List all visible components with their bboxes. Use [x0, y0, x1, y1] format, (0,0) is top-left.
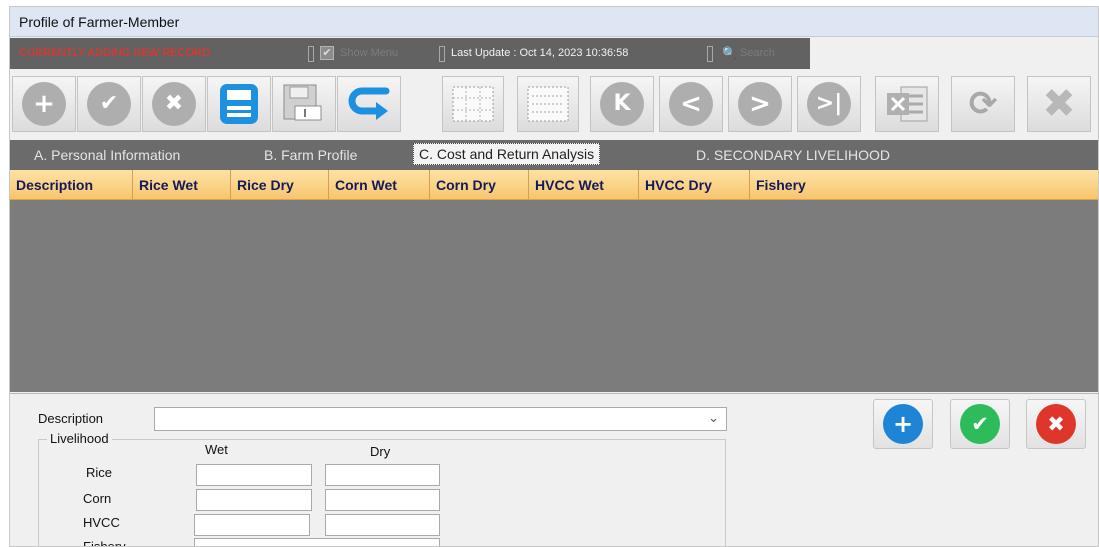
show-menu-checkbox[interactable]: ✔: [320, 46, 334, 60]
record-toolbar: + ✔ ✖ K < > >| ⟳ ✖: [10, 70, 1098, 140]
chevron-right-icon: >: [738, 82, 782, 126]
check-icon: ✔: [87, 82, 131, 126]
entry-form: Description ⌄ Livelihood Wet Dry Rice Co…: [10, 393, 1098, 547]
hvcc-row-label: HVCC: [83, 515, 120, 530]
column-header-hvcc-dry[interactable]: HVCC Dry: [639, 170, 750, 200]
x-icon: ✖: [152, 82, 196, 126]
floppy-edit-icon: [283, 84, 322, 121]
fishery-row-label: Fishery: [83, 539, 126, 547]
search-label[interactable]: Search: [740, 47, 775, 59]
last-record-icon: >|: [807, 82, 851, 126]
tab-personal-information[interactable]: A. Personal Information: [34, 147, 180, 163]
window-title: Profile of Farmer-Member: [19, 14, 180, 30]
cancel-record-button[interactable]: ✖: [142, 76, 206, 132]
wet-column-label: Wet: [205, 442, 228, 457]
add-record-button[interactable]: +: [12, 76, 76, 132]
form-list-icon: [527, 86, 569, 122]
undo-button[interactable]: [337, 76, 401, 132]
main-window: Profile of Farmer-Member CURRENTLY ADDIN…: [9, 6, 1099, 547]
refresh-button[interactable]: ⟳: [951, 76, 1015, 132]
column-header-description[interactable]: Description: [10, 170, 133, 200]
rice-dry-input[interactable]: [325, 464, 440, 486]
dry-column-label: Dry: [370, 444, 391, 459]
form-view-button[interactable]: [517, 76, 579, 132]
description-combobox[interactable]: ⌄: [154, 407, 727, 431]
previous-record-button[interactable]: <: [659, 76, 723, 132]
column-header-fishery[interactable]: Fishery: [750, 170, 1098, 200]
corn-row-label: Corn: [83, 491, 112, 506]
column-header-corn-dry[interactable]: Corn Dry: [430, 170, 529, 200]
status-bar: CURRENTLY ADDING NEW RECORD ✔ Show Menu …: [10, 38, 810, 69]
plus-icon: +: [22, 82, 66, 126]
export-excel-button[interactable]: [875, 76, 939, 132]
tab-secondary-livelihood[interactable]: D. SECONDARY LIVELIHOOD: [696, 147, 890, 163]
chevron-down-icon[interactable]: ⌄: [708, 410, 719, 426]
livelihood-label: Livelihood: [47, 431, 112, 446]
last-record-button[interactable]: >|: [797, 76, 861, 132]
plus-icon: +: [883, 404, 923, 444]
status-separator: [707, 46, 713, 62]
save-disk-icon: [220, 84, 258, 124]
title-bar: Profile of Farmer-Member: [10, 7, 1098, 37]
column-header-rice-wet[interactable]: Rice Wet: [133, 170, 231, 200]
grid-icon: [452, 86, 494, 122]
status-separator: [439, 46, 445, 62]
show-menu-label[interactable]: Show Menu: [340, 47, 398, 59]
cancel-line-button[interactable]: ✖: [1026, 399, 1086, 449]
return-arrow-icon: [348, 87, 390, 120]
corn-dry-input[interactable]: [325, 489, 440, 511]
adding-record-status: CURRENTLY ADDING NEW RECORD: [19, 47, 210, 59]
column-header-corn-wet[interactable]: Corn Wet: [329, 170, 430, 200]
tab-farm-profile[interactable]: B. Farm Profile: [264, 147, 357, 163]
close-icon: ✖: [1042, 81, 1076, 127]
binoculars-icon[interactable]: 🔍: [722, 46, 737, 60]
description-label: Description: [38, 411, 104, 426]
close-form-button[interactable]: ✖: [1027, 76, 1091, 132]
column-header-rice-dry[interactable]: Rice Dry: [231, 170, 329, 200]
confirm-line-button[interactable]: ✔: [950, 399, 1010, 449]
hvcc-dry-input[interactable]: [325, 514, 440, 536]
corn-wet-input[interactable]: [196, 489, 312, 511]
check-icon: ✔: [960, 404, 1000, 444]
rice-row-label: Rice: [86, 465, 113, 480]
status-separator: [308, 46, 314, 62]
first-record-icon: K: [600, 82, 644, 126]
rice-wet-input[interactable]: [196, 464, 312, 486]
grid-header: Description Rice Wet Rice Dry Corn Wet C…: [10, 170, 1098, 200]
grid-view-button[interactable]: [442, 76, 504, 132]
column-header-hvcc-wet[interactable]: HVCC Wet: [529, 170, 639, 200]
refresh-icon: ⟳: [968, 84, 998, 124]
hvcc-wet-input[interactable]: [194, 514, 310, 536]
tab-cost-and-return-analysis[interactable]: C. Cost and Return Analysis: [413, 143, 601, 165]
save-button[interactable]: [207, 76, 271, 132]
x-icon: ✖: [1036, 404, 1076, 444]
next-record-button[interactable]: >: [728, 76, 792, 132]
add-line-button[interactable]: +: [873, 399, 933, 449]
cost-return-grid[interactable]: Description Rice Wet Rice Dry Corn Wet C…: [10, 170, 1098, 392]
last-update-text: Last Update : Oct 14, 2023 10:36:58: [451, 47, 629, 59]
fishery-input[interactable]: [194, 538, 440, 546]
excel-export-icon: [887, 86, 928, 122]
save-as-button[interactable]: [272, 76, 336, 132]
chevron-left-icon: <: [669, 82, 713, 126]
confirm-record-button[interactable]: ✔: [77, 76, 141, 132]
livelihood-group: Livelihood Wet Dry Rice Corn HVCC Fisher…: [38, 431, 726, 547]
section-tabs: A. Personal Information B. Farm Profile …: [10, 140, 1098, 170]
first-record-button[interactable]: K: [590, 76, 654, 132]
